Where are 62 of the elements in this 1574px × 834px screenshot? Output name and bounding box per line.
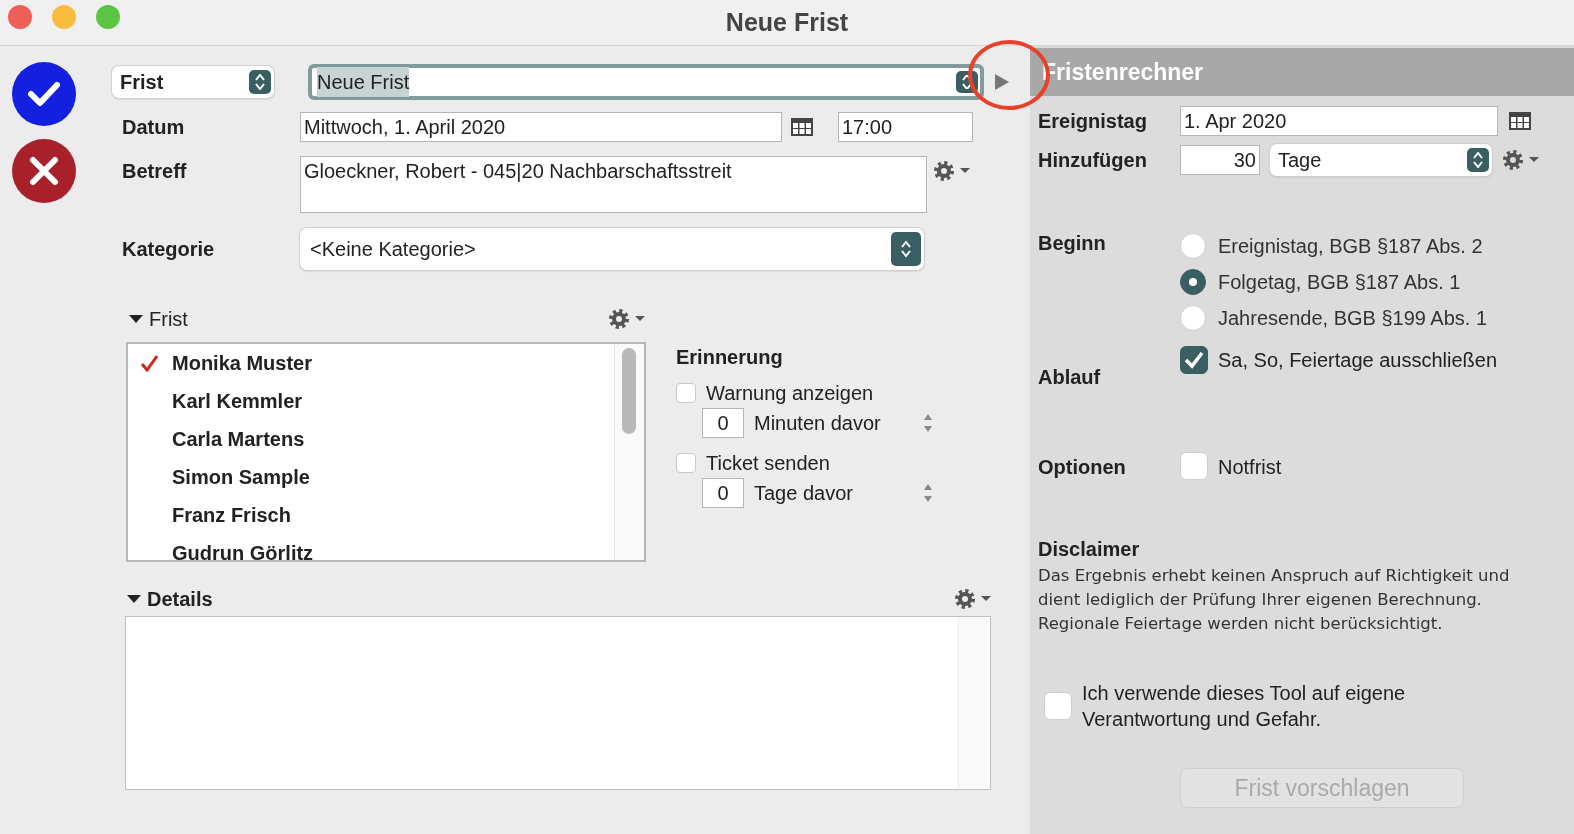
disclaimer-text: Das Ergebnis erhebt keinen Anspruch auf Richtigkeit und dient lediglich der Prüfung Ihrer eigenen Berechnung. Regionale Feiertage werden nicht berücksichtigt. [1038, 565, 1511, 635]
date-field[interactable]: 1. Apr 2020 [1180, 106, 1498, 136]
category-select[interactable]: <Keine Kategorie> [300, 228, 924, 270]
up-down-arrows-icon [1472, 152, 1484, 168]
gear-menu-icon[interactable] [1500, 147, 1540, 173]
field-label: Ereignistag [1038, 109, 1148, 134]
calendar-icon[interactable] [790, 116, 814, 138]
date-field[interactable]: Mittwoch, 1. April 2020 [300, 112, 782, 142]
field-label: Hinzufügen [1038, 148, 1148, 173]
option-label: Sa, So, Feiertage ausschließen [1218, 348, 1498, 373]
number-field[interactable]: 0 [702, 408, 744, 438]
play-icon[interactable] [994, 73, 1010, 91]
radio-option[interactable]: Ereignistag, BGB §187 Abs. 2 [1180, 228, 1488, 264]
radio-option[interactable]: Jahresende, BGB §199 Abs. 1 [1180, 300, 1488, 336]
scrollbar-thumb[interactable] [622, 348, 636, 434]
close-button[interactable] [8, 5, 32, 29]
window-title: Neue Frist [725, 6, 849, 38]
field-label: Ablauf [1038, 365, 1102, 390]
gear-menu-icon[interactable] [931, 158, 971, 184]
field-label: Optionen [1038, 455, 1127, 480]
field-label: Betreff [121, 159, 188, 184]
section-title: Details [147, 587, 213, 612]
list-item[interactable]: Franz Frisch [128, 496, 614, 534]
radio-option[interactable]: Folgetag, BGB §187 Abs. 1 [1180, 264, 1488, 300]
stepper-button[interactable] [249, 70, 271, 94]
field-label: Kategorie [121, 237, 216, 262]
calendar-icon[interactable] [1508, 110, 1532, 132]
subject-field[interactable]: Gloeckner, Robert - 045|20 Nachbarschaftsstreit [300, 156, 927, 213]
field-label: Beginn [1038, 231, 1107, 256]
title-combo-field[interactable]: Neue Frist [308, 64, 984, 100]
number-field[interactable]: 30 [1180, 145, 1260, 175]
stepper-button[interactable] [1467, 148, 1489, 172]
list-item[interactable]: Simon Sample [128, 458, 614, 496]
list-item[interactable]: Karl Kemmler [128, 382, 614, 420]
up-down-arrows-icon [254, 74, 266, 90]
number-field[interactable]: 0 [702, 478, 744, 508]
gear-menu-icon[interactable] [606, 306, 646, 332]
stepper-arrows-icon[interactable] [922, 483, 934, 503]
up-down-arrows-icon [961, 75, 973, 89]
checkbox[interactable] [1180, 346, 1208, 374]
stepper-button[interactable] [891, 232, 921, 266]
option-label: Notfrist [1218, 455, 1282, 480]
list-item[interactable]: Gudrun Görlitz [128, 534, 614, 560]
time-field[interactable]: 17:00 [838, 112, 973, 142]
list-item[interactable]: Monika Muster [128, 344, 614, 382]
close-icon [29, 156, 59, 186]
section-title: Frist [149, 307, 188, 332]
unit-label: Minuten davor [754, 411, 882, 436]
list-item[interactable]: Carla Martens [128, 420, 614, 458]
stepper-arrows-icon[interactable] [922, 413, 934, 433]
unit-select[interactable]: Tage [1270, 144, 1492, 176]
option-label: Warnung anzeigen [706, 381, 874, 406]
section-title: Disclaimer [1038, 537, 1141, 562]
unit-label: Tage davor [754, 481, 854, 506]
option-label: Ticket senden [706, 451, 830, 476]
checkmark-icon [27, 80, 61, 108]
field-label: Datum [121, 115, 186, 140]
gear-menu-icon[interactable] [952, 586, 992, 612]
type-select[interactable]: Frist [112, 66, 274, 98]
text-selection: Neue Frist [317, 67, 410, 97]
consent-label: Ich verwende dieses Tool auf eigene Verantwortung und Gefahr. [1082, 681, 1407, 732]
section-title: Erinnerung [676, 345, 784, 370]
